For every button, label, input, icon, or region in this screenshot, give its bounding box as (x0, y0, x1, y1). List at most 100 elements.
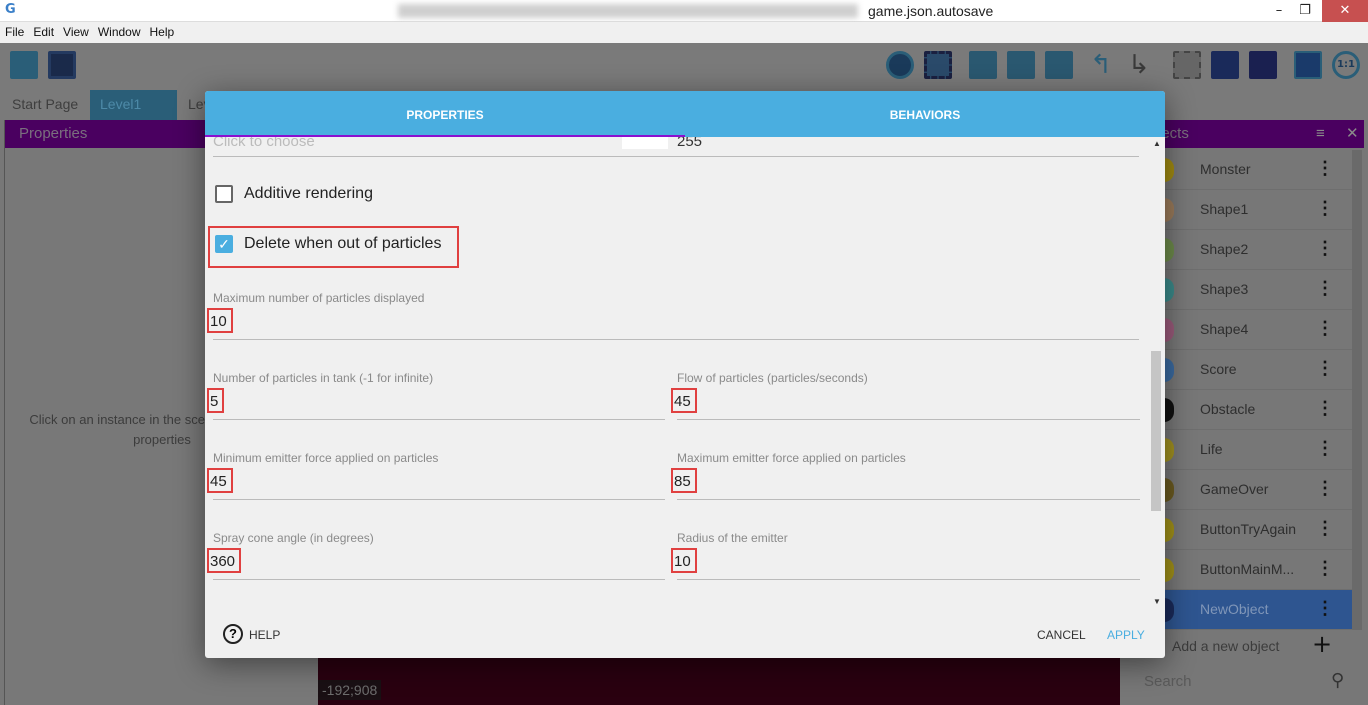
delete-when-out-label: Delete when out of particles (244, 235, 442, 252)
objects-panel-header: Objects ≡ ✕ (1130, 120, 1364, 148)
menu-view[interactable]: View (59, 22, 93, 39)
preview-icon[interactable] (886, 51, 914, 79)
more-options-icon[interactable]: ⋮ (1316, 518, 1334, 538)
add-object-plus-icon[interactable]: + (1312, 630, 1332, 658)
cone-angle-field[interactable]: Spray cone angle (in degrees) 360 (205, 531, 665, 607)
divider (213, 156, 1139, 157)
more-options-icon[interactable]: ⋮ (1316, 358, 1334, 378)
objects-scrollbar[interactable] (1352, 150, 1362, 630)
color-picker-placeholder[interactable]: Click to choose (213, 137, 315, 150)
scroll-up-icon[interactable]: ▲ (1153, 139, 1161, 148)
color-swatch[interactable] (622, 137, 668, 149)
object-name: Score (1200, 361, 1237, 377)
object-name: Monster (1200, 161, 1251, 177)
add-object-label[interactable]: Add a new object (1172, 638, 1279, 654)
cursor-coordinates: -192;908 (318, 680, 382, 700)
more-options-icon[interactable]: ⋮ (1316, 318, 1334, 338)
field-value[interactable]: 360 (206, 548, 242, 573)
max-particles-field[interactable]: Maximum number of particles displayed 10 (205, 291, 1139, 371)
hide-layer-icon[interactable] (1173, 51, 1201, 79)
app-logo-icon: G (5, 2, 16, 17)
field-value[interactable]: 45 (671, 388, 697, 413)
delete-when-out-checkbox[interactable]: ✓ (215, 235, 233, 253)
close-panel-icon[interactable]: ✕ (1346, 120, 1359, 148)
tab-behaviors[interactable]: BEHAVIORS (685, 91, 1165, 137)
flow-field[interactable]: Flow of particles (particles/seconds) 45 (669, 371, 1140, 451)
object-groups-icon[interactable] (1007, 51, 1035, 79)
menu-help[interactable]: Help (146, 22, 179, 39)
field-value[interactable]: 10 (671, 548, 697, 573)
objects-search-input[interactable]: Search (1144, 673, 1192, 690)
instances-list-icon[interactable] (1211, 51, 1239, 79)
field-label: Flow of particles (particles/seconds) (677, 371, 868, 385)
tab-level1[interactable]: Level1 ✕ (90, 90, 177, 140)
zoom-reset-icon[interactable]: 1:1 (1332, 51, 1360, 79)
menu-window[interactable]: Window (94, 22, 145, 39)
more-options-icon[interactable]: ⋮ (1316, 238, 1334, 258)
layers-icon[interactable] (1249, 51, 1277, 79)
tank-field[interactable]: Number of particles in tank (-1 for infi… (205, 371, 665, 451)
field-value[interactable]: 10 (207, 308, 233, 333)
debugger-icon[interactable] (924, 51, 952, 79)
restore-button[interactable]: ❐ (1288, 0, 1322, 22)
particle-emitter-dialog: PROPERTIES BEHAVIORS Click to choose 255… (205, 91, 1165, 658)
radius-field[interactable]: Radius of the emitter 10 (669, 531, 1140, 607)
more-options-icon[interactable]: ⋮ (1316, 158, 1334, 178)
more-options-icon[interactable]: ⋮ (1316, 398, 1334, 418)
dialog-scrollbar[interactable] (1151, 351, 1161, 511)
field-value[interactable]: 85 (671, 468, 697, 493)
more-options-icon[interactable]: ⋮ (1316, 438, 1334, 458)
field-label: Maximum number of particles displayed (213, 291, 425, 305)
dialog-body: Click to choose 255 ▲ Additive rendering… (205, 137, 1165, 607)
title-bar: G game.json.autosave – ❐ ✕ (0, 0, 1368, 22)
more-options-icon[interactable]: ⋮ (1316, 598, 1334, 618)
more-options-icon[interactable]: ⋮ (1316, 198, 1334, 218)
max-force-field[interactable]: Maximum emitter force applied on particl… (669, 451, 1140, 531)
object-name: Shape2 (1200, 241, 1249, 257)
menu-file[interactable]: File (1, 22, 28, 39)
field-label: Spray cone angle (in degrees) (213, 531, 374, 545)
object-name: Shape4 (1200, 321, 1249, 337)
object-name: Shape3 (1200, 281, 1249, 297)
object-name: Shape1 (1200, 201, 1249, 217)
object-name: NewObject (1200, 601, 1269, 617)
more-options-icon[interactable]: ⋮ (1316, 478, 1334, 498)
menu-bar: File Edit View Window Help (0, 22, 1368, 43)
search-icon[interactable]: ⚲ (1331, 670, 1344, 691)
help-icon[interactable]: ? (223, 624, 243, 644)
toolbar: ↰ ↳ 1:1 (0, 43, 1368, 90)
field-label: Radius of the emitter (677, 531, 788, 545)
tab-label: Level1 (100, 96, 142, 112)
scroll-down-icon[interactable]: ▼ (1153, 597, 1161, 606)
add-object-icon[interactable] (969, 51, 997, 79)
field-label: Maximum emitter force applied on particl… (677, 451, 906, 465)
dialog-tabs: PROPERTIES BEHAVIORS (205, 91, 1165, 137)
object-name: ButtonMainM... (1200, 561, 1295, 577)
apply-button[interactable]: APPLY (1107, 628, 1145, 642)
blurred-title (398, 4, 858, 18)
field-value[interactable]: 45 (207, 468, 233, 493)
scene-window-icon[interactable] (48, 51, 76, 79)
tab-properties[interactable]: PROPERTIES (205, 91, 685, 137)
close-button[interactable]: ✕ (1322, 0, 1368, 22)
field-label: Minimum emitter force applied on particl… (213, 451, 439, 465)
project-manager-icon[interactable] (10, 51, 38, 79)
more-options-icon[interactable]: ⋮ (1316, 278, 1334, 298)
filter-icon[interactable]: ≡ (1316, 120, 1325, 148)
help-button[interactable]: HELP (249, 628, 280, 642)
redo-icon[interactable]: ↳ (1128, 51, 1156, 79)
additive-rendering-label: Additive rendering (244, 185, 373, 202)
field-value[interactable]: 5 (206, 388, 225, 413)
min-force-field[interactable]: Minimum emitter force applied on particl… (205, 451, 665, 531)
additive-rendering-checkbox[interactable] (215, 185, 233, 203)
grid-icon[interactable] (1294, 51, 1322, 79)
cancel-button[interactable]: CANCEL (1037, 628, 1086, 642)
menu-edit[interactable]: Edit (29, 22, 58, 39)
tab-start-page[interactable]: Start Page (2, 90, 88, 120)
field-label: Number of particles in tank (-1 for infi… (213, 371, 434, 385)
edit-layers-icon[interactable] (1045, 51, 1073, 79)
more-options-icon[interactable]: ⋮ (1316, 558, 1334, 578)
dialog-footer: ? HELP CANCEL APPLY (205, 607, 1165, 658)
undo-icon[interactable]: ↰ (1090, 51, 1118, 79)
object-name: GameOver (1200, 481, 1269, 497)
